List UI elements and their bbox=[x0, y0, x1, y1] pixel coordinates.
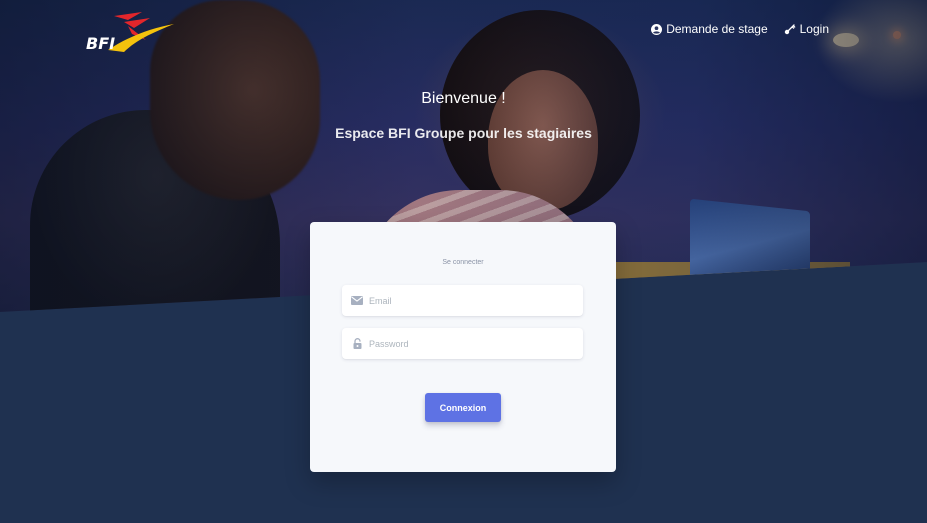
hero-subtitle: Espace BFI Groupe pour les stagiaires bbox=[335, 125, 592, 141]
nav-login-label: Login bbox=[799, 22, 829, 36]
nav-login[interactable]: Login bbox=[784, 22, 829, 36]
email-input[interactable] bbox=[369, 295, 569, 306]
login-page: BFI Demande de stage Login Bienvenue ! E… bbox=[0, 0, 927, 523]
logo-text: BFI bbox=[86, 34, 115, 53]
password-field[interactable] bbox=[342, 328, 583, 359]
bfi-star-logo-icon: BFI bbox=[86, 12, 174, 53]
lock-icon bbox=[351, 338, 363, 350]
login-card: Se connecter Connexion bbox=[310, 222, 616, 472]
connexion-button[interactable]: Connexion bbox=[425, 393, 501, 422]
email-field[interactable] bbox=[342, 285, 583, 316]
hero-title: Bienvenue ! bbox=[421, 90, 506, 107]
nav-demande-de-stage-label: Demande de stage bbox=[666, 22, 768, 36]
key-icon bbox=[784, 23, 796, 35]
envelope-icon bbox=[351, 295, 363, 307]
login-heading: Se connecter bbox=[442, 259, 484, 266]
user-circle-icon bbox=[650, 23, 662, 35]
nav-demande-de-stage[interactable]: Demande de stage bbox=[650, 22, 768, 36]
top-nav: Demande de stage Login bbox=[650, 22, 829, 36]
password-input[interactable] bbox=[369, 338, 569, 349]
bfi-logo[interactable]: BFI bbox=[84, 10, 179, 55]
